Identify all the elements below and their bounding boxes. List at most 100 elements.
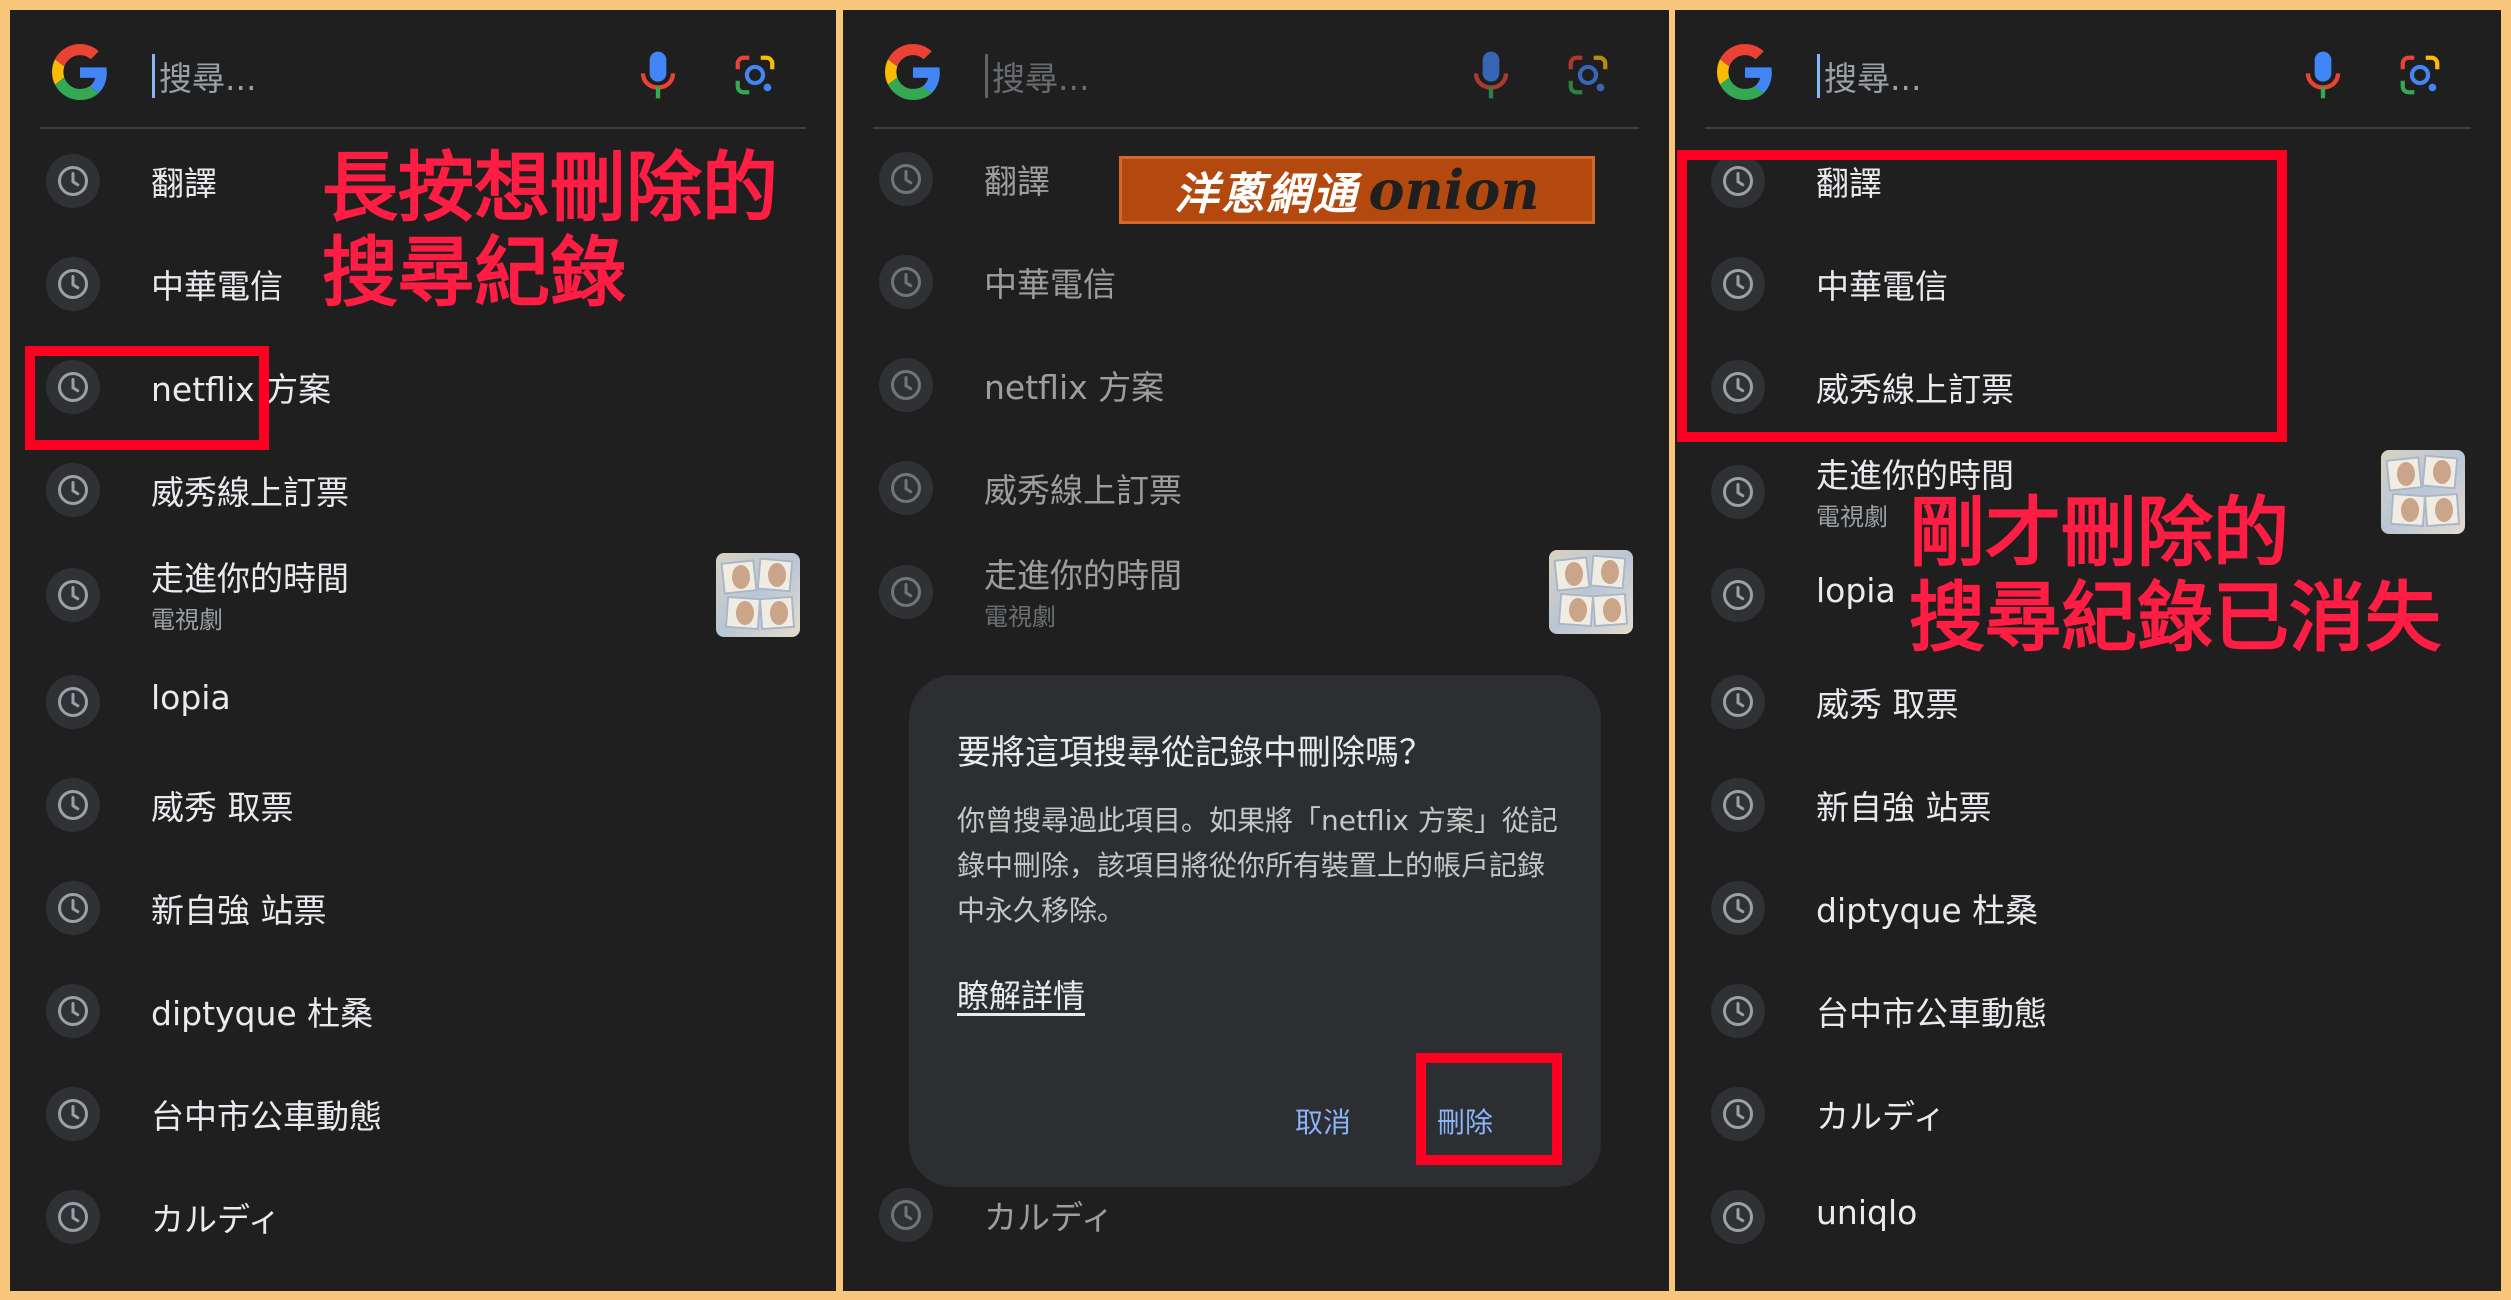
text-cursor [1817, 54, 1820, 98]
screen-step-3: 搜尋... 翻譯 中華電信 威秀線上訂票 走進你的時間 電視劇 lopia 威秀 取票 新自強… [1675, 10, 2501, 1291]
history-item-label: カルディ [151, 1200, 281, 1239]
text-cursor [985, 54, 988, 98]
history-item-label: 中華電信 [151, 267, 283, 306]
learn-more-link[interactable]: 瞭解詳情 [957, 971, 1085, 1017]
google-g-logo [52, 44, 107, 100]
history-item[interactable]: 威秀 取票 [1675, 657, 2501, 747]
history-item-label: diptyque 杜桑 [1816, 891, 2039, 930]
history-clock-icon [1711, 984, 1765, 1038]
search-divider [873, 127, 1639, 129]
mic-icon[interactable] [1471, 50, 1511, 100]
history-item[interactable]: 台中市公車動態 [1675, 966, 2501, 1056]
history-item[interactable]: diptyque 杜桑 [1675, 863, 2501, 953]
history-item-label: 威秀線上訂票 [984, 471, 1182, 510]
dialog-title: 要將這項搜尋從記錄中刪除嗎？ [957, 733, 1433, 773]
search-bar[interactable]: 搜尋... [843, 10, 1669, 138]
history-clock-icon [46, 154, 100, 208]
history-item-subtitle: 電視劇 [151, 606, 223, 634]
history-item-label: カルディ [984, 1198, 1114, 1237]
highlight-box [1416, 1053, 1562, 1165]
history-item-subtitle: 電視劇 [1816, 503, 1888, 531]
history-item-label: lopia [151, 678, 231, 717]
history-clock-icon [46, 568, 100, 622]
history-item[interactable]: diptyque 杜桑 [10, 966, 836, 1056]
history-item-label: 走進你的時間 [151, 559, 349, 598]
search-bar[interactable]: 搜尋... [1675, 10, 2501, 138]
screen-step-1: 搜尋... 翻譯 中華電信 netflix 方案 威秀線上訂票 走進你的時間 電視劇 lop… [10, 10, 836, 1291]
history-item[interactable]: 走進你的時間 電視劇 [10, 550, 836, 640]
history-clock-icon [1711, 568, 1765, 622]
history-clock-icon [1711, 465, 1765, 519]
history-item[interactable]: 台中市公車動態 [10, 1069, 836, 1159]
history-clock-icon [46, 257, 100, 311]
search-input[interactable]: 搜尋... [985, 50, 1405, 102]
history-item-label: 翻譯 [984, 162, 1050, 201]
history-clock-icon [879, 1188, 933, 1242]
history-clock-icon [879, 152, 933, 206]
search-bar[interactable]: 搜尋... [10, 10, 836, 138]
history-item[interactable]: 中華電信 [843, 237, 1669, 327]
history-clock-icon [46, 463, 100, 517]
search-input[interactable]: 搜尋... [152, 50, 572, 102]
history-clock-icon [1711, 675, 1765, 729]
watermark-en: onion [1368, 158, 1540, 222]
search-placeholder: 搜尋... [159, 59, 257, 98]
history-item-label: 威秀 取票 [1816, 685, 1959, 724]
search-divider [40, 127, 806, 129]
history-item[interactable]: lopia [10, 657, 836, 747]
history-item-label: 台中市公車動態 [1816, 994, 2047, 1033]
history-clock-icon [46, 675, 100, 729]
screen-step-2: 搜尋... 翻譯中華電信 netflix 方案 威秀線上訂票走進你的時間 電視劇カルデ… [843, 10, 1669, 1291]
google-lens-icon[interactable] [1565, 52, 1611, 98]
history-clock-icon [46, 1190, 100, 1244]
history-item-label: diptyque 杜桑 [151, 994, 374, 1033]
cancel-button[interactable]: 取消 [1295, 1101, 1351, 1141]
history-item[interactable]: 走進你的時間 電視劇 [843, 547, 1669, 637]
google-g-logo [885, 44, 940, 100]
search-input[interactable]: 搜尋... [1817, 50, 2237, 102]
google-lens-icon[interactable] [2397, 52, 2443, 98]
text-cursor [152, 54, 155, 98]
history-item[interactable]: カルディ [10, 1172, 836, 1262]
history-clock-icon [46, 1087, 100, 1141]
mic-icon[interactable] [2303, 50, 2343, 100]
onion-watermark-logo: 洋蔥網通 onion [1119, 156, 1595, 224]
history-item[interactable]: 新自強 站票 [10, 863, 836, 953]
history-clock-icon [1711, 778, 1765, 832]
history-clock-icon [879, 565, 933, 619]
history-item-label: カルディ [1816, 1097, 1946, 1136]
history-item-label: 新自強 站票 [151, 891, 327, 930]
history-clock-icon [1711, 1087, 1765, 1141]
history-item-label: 中華電信 [984, 265, 1116, 304]
history-clock-icon [1711, 881, 1765, 935]
annotation-text: 剛才刪除的 搜尋紀錄已消失 [1909, 488, 2441, 663]
annotation-text: 長按想刪除的 搜尋紀錄 [322, 143, 778, 318]
history-item[interactable]: netflix 方案 [843, 340, 1669, 430]
history-item[interactable]: カルディ [1675, 1069, 2501, 1159]
search-placeholder: 搜尋... [992, 59, 1090, 98]
dialog-body: 你曾搜尋過此項目。如果將「netflix 方案」從記錄中刪除，該項目將從你所有裝… [957, 804, 1558, 927]
history-item-label: 走進你的時間 [984, 556, 1182, 595]
mic-icon[interactable] [638, 50, 678, 100]
history-item[interactable]: 威秀 取票 [10, 760, 836, 850]
drama-thumbnail [1549, 550, 1633, 634]
history-item-label: 威秀 取票 [151, 788, 294, 827]
history-item[interactable]: uniqlo [1675, 1172, 2501, 1262]
history-clock-icon [46, 778, 100, 832]
history-item-label: netflix 方案 [984, 368, 1165, 407]
history-item-label: 新自強 站票 [1816, 788, 1992, 827]
highlight-box [25, 346, 269, 450]
history-item-label: 威秀線上訂票 [151, 473, 349, 512]
history-clock-icon [879, 358, 933, 412]
search-divider [1705, 127, 2471, 129]
history-item[interactable]: 新自強 站票 [1675, 760, 2501, 850]
history-item-label: lopia [1816, 571, 1896, 610]
history-clock-icon [1711, 1190, 1765, 1244]
history-clock-icon [46, 881, 100, 935]
history-item-label: uniqlo [1816, 1193, 1918, 1232]
history-item[interactable]: 威秀線上訂票 [843, 443, 1669, 533]
history-item[interactable]: 威秀線上訂票 [10, 445, 836, 535]
history-clock-icon [879, 461, 933, 515]
google-lens-icon[interactable] [732, 52, 778, 98]
history-item-label: 台中市公車動態 [151, 1097, 382, 1136]
